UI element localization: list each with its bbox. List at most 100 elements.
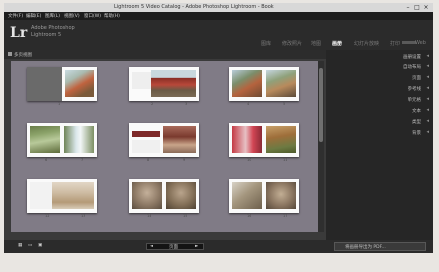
panel-background[interactable]: 背景 ◂ (334, 129, 431, 137)
spread-10-11[interactable] (229, 123, 299, 157)
menu-edit[interactable]: 编辑(E) (26, 13, 41, 19)
page-photo (132, 140, 160, 153)
spread-12-13[interactable] (27, 179, 97, 213)
page-number: 15 (183, 214, 188, 218)
maximize-button[interactable]: □ (413, 4, 421, 11)
spread-6-7[interactable] (27, 123, 97, 157)
menu-file[interactable]: 文件(F) (8, 13, 23, 19)
menu-window[interactable]: 窗口(W) (84, 13, 101, 19)
page-number: 11 (283, 158, 288, 162)
cover-page (27, 67, 62, 101)
spread-2-3[interactable] (129, 67, 199, 101)
menu-library[interactable]: 图库(L) (45, 13, 60, 19)
page-photo (232, 126, 262, 153)
lightroom-logo: Lr (10, 25, 28, 41)
page-photo (132, 182, 162, 209)
identity-line-2: Lightroom 5 (31, 32, 62, 38)
page-photo (232, 70, 262, 97)
page-number: 1 (58, 102, 61, 106)
spread-cover[interactable] (27, 67, 97, 101)
collapse-triangle-icon: ◂ (426, 96, 429, 102)
module-map[interactable]: 地图 (311, 40, 321, 47)
panel-text[interactable]: 文本 ◂ (334, 107, 431, 115)
page-number: 17 (283, 214, 288, 218)
bottom-toolbar: ▦ ▭ ▣ ◄ 页面 ► 将画册导出为 PDF... (4, 240, 433, 253)
module-slideshow[interactable]: 幻灯片放映 (354, 40, 379, 47)
page-number: 4 (247, 102, 250, 106)
book-content-area: 多页视图 1 2 3 4 5 6 7 8 9 10 11 12 13 14 15… (4, 50, 326, 240)
page-number: 10 (247, 158, 252, 162)
panel-book-settings[interactable]: 画册设置 ◂ (334, 53, 431, 61)
collapse-triangle-icon: ◂ (426, 129, 429, 135)
page-photo (52, 182, 94, 209)
page-photo (132, 72, 151, 89)
panel-guides[interactable]: 参考线 ◂ (334, 85, 431, 93)
collapse-triangle-icon: ◂ (426, 53, 429, 59)
panel-cell[interactable]: 单元格 ◂ (334, 96, 431, 104)
prev-page-icon[interactable]: ◄ (150, 244, 153, 249)
right-panel: 画册设置 ◂ 自动布局 ◂ 页面 ◂ 参考线 ◂ 单元格 ◂ 文本 ◂ 类型 ◂… (326, 50, 433, 240)
page-photo (30, 182, 52, 209)
page-photo (232, 182, 262, 209)
page-photo (64, 126, 94, 153)
page-number: 16 (247, 214, 252, 218)
spread-16-17[interactable] (229, 179, 299, 213)
page-number: 14 (147, 214, 152, 218)
menu-help[interactable]: 帮助(H) (104, 13, 120, 19)
single-page-view-icon[interactable]: ▣ (38, 243, 42, 248)
panel-label: 画册设置 (403, 55, 421, 60)
module-develop[interactable]: 修改照片 (282, 40, 302, 47)
page-photo (132, 131, 160, 137)
window-title: Lightroom 5 Video Catalog - Adobe Photos… (114, 4, 274, 10)
next-page-icon[interactable]: ► (195, 244, 198, 249)
multi-page-view-icon[interactable]: ▦ (18, 243, 22, 248)
collapse-triangle-icon: ◂ (426, 85, 429, 91)
panel-label: 文本 (412, 109, 421, 114)
spread-view-icon[interactable]: ▭ (28, 243, 32, 248)
page-number: 9 (183, 158, 186, 162)
module-web[interactable]: Web (415, 40, 426, 46)
page-photo (266, 70, 296, 97)
module-print[interactable]: 打印 (390, 40, 400, 47)
export-pdf-button[interactable]: 将画册导出为 PDF... (334, 242, 426, 251)
page-photo (166, 182, 196, 209)
spread-8-9[interactable] (129, 123, 199, 157)
desktop-background (0, 253, 439, 272)
panel-label: 页面 (412, 76, 421, 81)
title-bar: Lightroom 5 Video Catalog - Adobe Photos… (4, 3, 433, 12)
panel-label: 类型 (412, 120, 421, 125)
page-number: 5 (283, 102, 286, 106)
panel-page[interactable]: 页面 ◂ (334, 74, 431, 82)
spread-14-15[interactable] (129, 179, 199, 213)
spread-grid: 1 2 3 4 5 6 7 8 9 10 11 12 13 14 15 16 1… (11, 61, 318, 232)
page-number: 3 (185, 102, 188, 106)
page-photo (163, 126, 196, 153)
scrollbar-thumb[interactable] (319, 68, 323, 142)
spread-4-5[interactable] (229, 67, 299, 101)
page-label: 页面 (169, 245, 178, 250)
panel-label: 参考线 (407, 87, 422, 92)
panel-type[interactable]: 类型 ◂ (334, 118, 431, 126)
page-photo (65, 70, 94, 97)
module-book[interactable]: 画册 (332, 40, 342, 47)
minimize-button[interactable]: – (404, 4, 412, 11)
panel-auto-layout[interactable]: 自动布局 ◂ (334, 63, 431, 71)
activity-progress-bar (402, 41, 416, 44)
page-photo (266, 182, 296, 209)
panel-label: 自动布局 (403, 65, 421, 70)
close-button[interactable]: × (422, 4, 430, 11)
menu-view[interactable]: 视图(V) (64, 13, 80, 19)
page-photo (151, 70, 196, 97)
page-number: 2 (151, 102, 154, 106)
collapse-triangle-icon: ◂ (426, 74, 429, 80)
page-number: 7 (81, 158, 84, 162)
module-library[interactable]: 图库 (261, 40, 271, 47)
menu-bar: 文件(F) 编辑(E) 图库(L) 视图(V) 窗口(W) 帮助(H) (4, 12, 433, 20)
panel-label: 背景 (412, 131, 421, 136)
view-header: 多页视图 (4, 50, 326, 59)
identity-plate: Lr Adobe Photoshop Lightroom 5 图库 修改照片 地… (4, 20, 433, 50)
page-photo (266, 126, 296, 153)
page-photo (30, 126, 60, 153)
page-navigator[interactable]: ◄ 页面 ► (146, 243, 204, 250)
collapse-triangle-icon: ◂ (426, 107, 429, 113)
